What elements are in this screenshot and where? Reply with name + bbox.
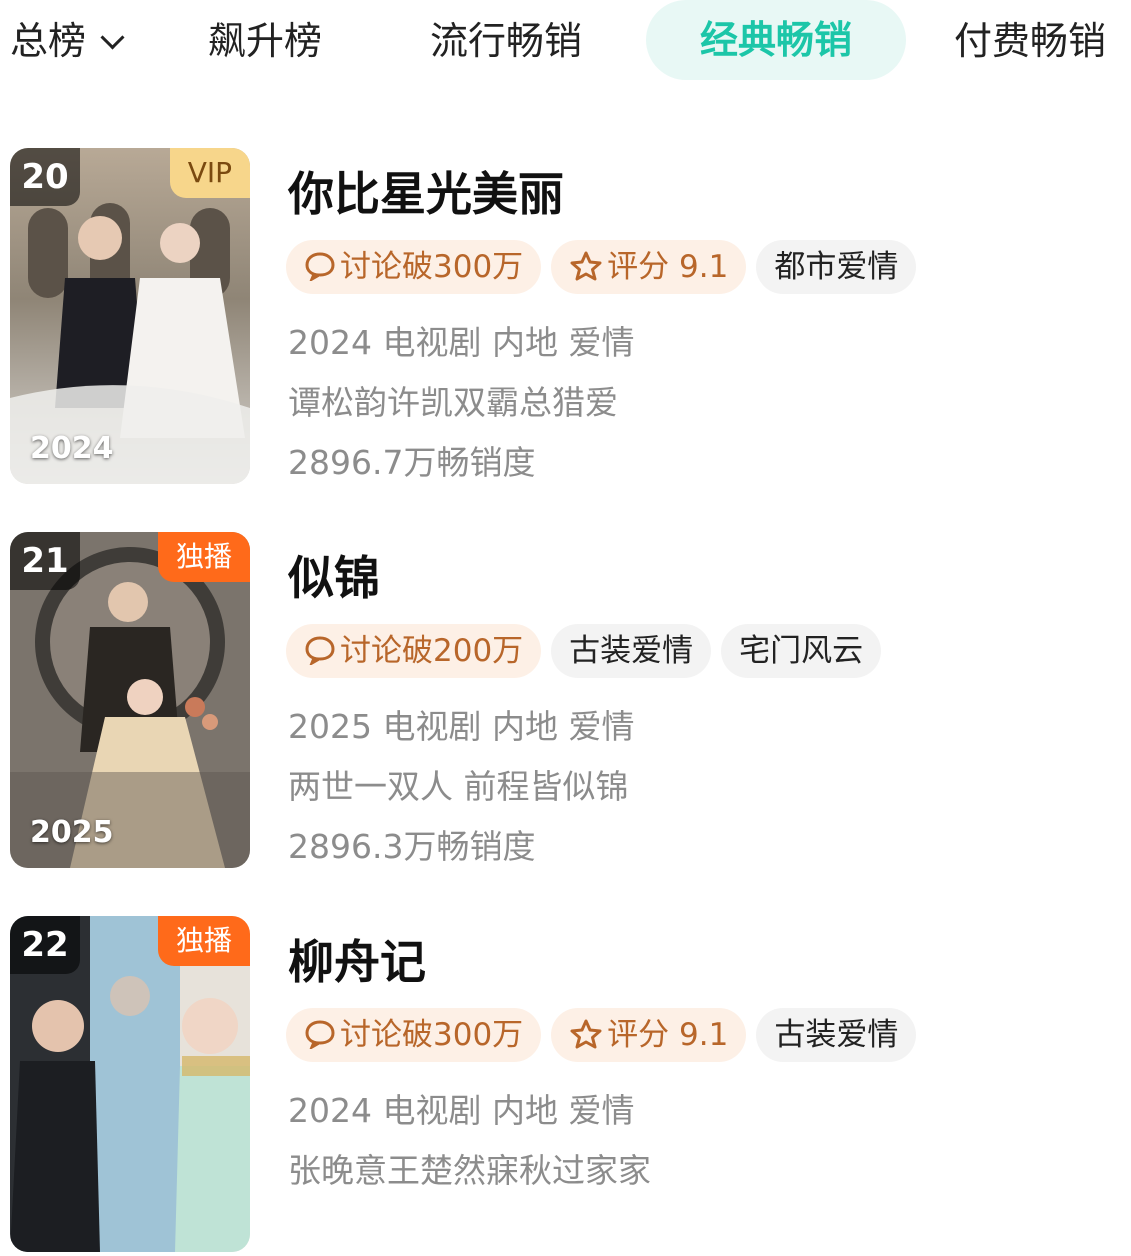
exclusive-badge: 独播 [157, 532, 250, 582]
discussion-tag[interactable]: 讨论破300万 [286, 240, 542, 294]
meta-info: 2024 电视剧 内地 爱情 [288, 323, 635, 362]
tab-classic[interactable]: 经典畅销 [646, 0, 906, 80]
poster-image[interactable]: 22 独播 [10, 916, 250, 1252]
discussion-text: 讨论破200万 [340, 633, 524, 669]
rating-text: 评分 9.1 [607, 249, 729, 285]
rating-tag[interactable]: 评分 9.1 [551, 240, 747, 294]
exclusive-badge: 独播 [157, 916, 250, 966]
description: 两世一双人 前程皆似锦 [288, 767, 629, 806]
tab-overall-label: 总榜 [10, 19, 87, 63]
rank-number: 22 [10, 916, 80, 974]
sales-heat: 2896.7万畅销度 [288, 443, 536, 482]
discussion-text: 讨论破300万 [340, 249, 524, 285]
tab-popular[interactable]: 流行畅销 [430, 0, 582, 82]
rank-number: 21 [10, 532, 80, 590]
chevron-down-icon [100, 25, 125, 50]
rating-tag[interactable]: 评分 9.1 [551, 1008, 747, 1062]
speech-bubble-icon [305, 252, 335, 282]
vip-badge: VIP [169, 148, 250, 198]
sales-heat: 2896.3万畅销度 [288, 827, 536, 866]
tab-paid[interactable]: 付费畅销 [954, 0, 1106, 82]
description: 谭松韵许凯双霸总猎爱 [288, 383, 618, 422]
tab-rising[interactable]: 飙升榜 [208, 0, 322, 82]
star-icon [570, 1019, 602, 1048]
show-title[interactable]: 似锦 [288, 542, 380, 608]
poster-image[interactable]: 21 独播 2025 [10, 532, 250, 868]
tag-row: 讨论破200万 古装爱情 宅门风云 [286, 624, 891, 678]
list-item[interactable]: 21 独播 2025 似锦 讨论破200万 古装爱情 宅门风云 2025 电视剧 内… [0, 532, 1131, 872]
genre-tag[interactable]: 宅门风云 [721, 624, 882, 678]
star-icon [570, 251, 602, 280]
poster-image[interactable]: 20 VIP 2024 [10, 148, 250, 484]
discussion-tag[interactable]: 讨论破200万 [286, 624, 542, 678]
tag-row: 讨论破300万 评分 9.1 都市爱情 [286, 240, 926, 294]
meta-info: 2025 电视剧 内地 爱情 [288, 707, 635, 746]
meta-info: 2024 电视剧 内地 爱情 [288, 1091, 635, 1130]
discussion-text: 讨论破300万 [340, 1017, 524, 1053]
show-title[interactable]: 柳舟记 [288, 926, 426, 992]
genre-tag[interactable]: 都市爱情 [756, 240, 917, 294]
rank-number: 20 [10, 148, 80, 206]
genre-tag[interactable]: 古装爱情 [756, 1008, 917, 1062]
description: 张晚意王楚然寐秋过家家 [288, 1151, 651, 1190]
speech-bubble-icon [305, 1020, 335, 1050]
genre-tag[interactable]: 古装爱情 [551, 624, 712, 678]
list-item[interactable]: 20 VIP 2024 你比星光美丽 讨论破300万 评分 9.1 都市爱情 202… [0, 148, 1131, 488]
speech-bubble-icon [305, 636, 335, 666]
poster-year: 2024 [30, 431, 114, 466]
tag-row: 讨论破300万 评分 9.1 古装爱情 [286, 1008, 926, 1062]
ranking-tabs: 总榜 飙升榜 流行畅销 经典畅销 付费畅销 [0, 0, 1131, 82]
discussion-tag[interactable]: 讨论破300万 [286, 1008, 542, 1062]
rating-text: 评分 9.1 [607, 1017, 729, 1053]
list-item[interactable]: 22 独播 柳舟记 讨论破300万 评分 9.1 古装爱情 2024 电视剧 内地 … [0, 916, 1131, 1256]
show-title[interactable]: 你比星光美丽 [288, 158, 564, 224]
poster-year: 2025 [30, 815, 114, 850]
tab-overall[interactable]: 总榜 [10, 0, 125, 82]
